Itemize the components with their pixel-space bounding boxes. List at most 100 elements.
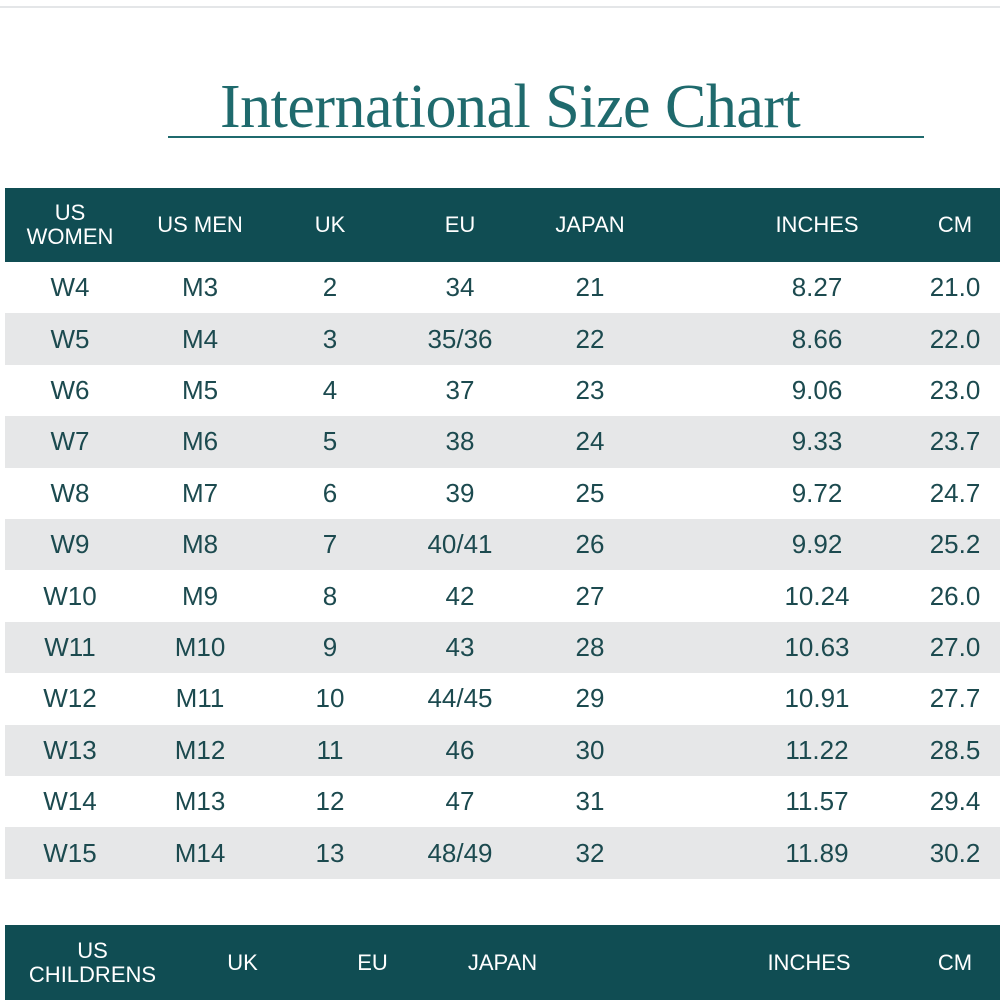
cell-cm: 25.2 — [929, 529, 981, 560]
cell-inches: 9.72 — [791, 477, 843, 508]
cell-japan: 23 — [575, 374, 605, 405]
cell-us-men: M14 — [174, 837, 226, 868]
cell-inches: 8.27 — [791, 272, 843, 303]
cell-us-men: M8 — [181, 529, 219, 560]
cell-us-women: W4 — [50, 272, 90, 303]
cell-eu: 37 — [445, 374, 475, 405]
table-row: W8 M7 6 39 25 9.72 24.7 — [5, 467, 1000, 519]
cell-japan: 27 — [575, 580, 605, 611]
header-us-women-line1: US — [54, 200, 86, 225]
cell-cm: 24.7 — [929, 477, 981, 508]
cell-eu: 43 — [445, 631, 475, 662]
cell-us-women: W12 — [43, 683, 97, 714]
cell-uk: 5 — [322, 426, 338, 457]
cell-us-men: M12 — [174, 734, 226, 765]
cell-uk: 10 — [315, 683, 345, 714]
cell-japan: 22 — [575, 323, 605, 354]
cell-us-women: W7 — [50, 426, 90, 457]
top-divider — [0, 6, 1000, 8]
cell-japan: 29 — [575, 683, 605, 714]
header-inches: INCHES — [775, 212, 859, 237]
cell-uk: 13 — [315, 837, 345, 868]
header-us-childrens-line2: CHILDRENS — [28, 961, 157, 987]
header-us-men: US MEN — [157, 212, 243, 237]
cell-eu: 48/49 — [427, 837, 493, 868]
cell-us-women: W10 — [43, 580, 97, 611]
header-cm: CM — [937, 212, 973, 237]
cell-inches: 9.92 — [791, 529, 843, 560]
cell-eu: 44/45 — [427, 683, 493, 714]
cell-eu: 42 — [445, 580, 475, 611]
cell-cm: 28.5 — [929, 734, 981, 765]
cell-eu: 34 — [445, 272, 475, 303]
cell-cm: 21.0 — [929, 272, 981, 303]
cell-uk: 3 — [322, 323, 338, 354]
cell-inches: 9.06 — [791, 374, 843, 405]
cell-uk: 7 — [322, 529, 338, 560]
cell-us-men: M9 — [181, 580, 219, 611]
cell-us-men: M11 — [175, 683, 225, 714]
table-row: W12 M11 10 44/45 29 10.91 27.7 — [5, 673, 1000, 725]
cell-uk: 9 — [322, 631, 338, 662]
header-children-uk: UK — [227, 949, 258, 975]
cell-us-men: M5 — [181, 374, 219, 405]
cell-inches: 8.66 — [791, 323, 843, 354]
cell-japan: 32 — [575, 837, 605, 868]
table-row: W9 M8 7 40/41 26 9.92 25.2 — [5, 519, 1000, 571]
cell-cm: 23.7 — [929, 426, 981, 457]
header-us-women: US WOMEN — [5, 188, 135, 262]
cell-us-men: M10 — [174, 631, 226, 662]
cell-inches: 10.63 — [784, 631, 850, 662]
cell-uk: 4 — [322, 374, 338, 405]
table-row: W6 M5 4 37 23 9.06 23.0 — [5, 364, 1000, 417]
header-children-inches: INCHES — [767, 949, 851, 975]
header-children-japan: JAPAN — [467, 949, 538, 975]
cell-inches: 11.57 — [785, 786, 849, 817]
cell-japan: 30 — [575, 734, 605, 765]
table-row: W14 M13 12 47 31 11.57 29.4 — [5, 776, 1000, 828]
children-table-header: US CHILDRENS UK EU JAPAN INCHES CM — [5, 925, 1000, 1000]
cell-eu: 39 — [445, 477, 475, 508]
cell-japan: 24 — [575, 426, 605, 457]
table-row: W5 M4 3 35/36 22 8.66 22.0 — [5, 313, 1000, 365]
cell-uk: 2 — [322, 272, 338, 303]
header-japan: JAPAN — [555, 212, 625, 237]
cell-us-women: W13 — [43, 734, 97, 765]
cell-us-women: W11 — [44, 631, 96, 662]
cell-eu: 40/41 — [427, 529, 493, 560]
table-row: W11 M10 9 43 28 10.63 27.0 — [5, 621, 1000, 674]
table-row: W4 M3 2 34 21 8.27 21.0 — [5, 262, 1000, 314]
cell-inches: 11.22 — [785, 734, 849, 765]
cell-uk: 11 — [316, 734, 344, 765]
cell-cm: 26.0 — [929, 580, 981, 611]
cell-us-women: W5 — [50, 323, 90, 354]
header-uk: UK — [314, 212, 346, 237]
cell-us-women: W15 — [43, 837, 97, 868]
cell-japan: 28 — [575, 631, 605, 662]
cell-us-men: M6 — [181, 426, 219, 457]
cell-us-women: W9 — [50, 529, 90, 560]
cell-japan: 31 — [575, 786, 605, 817]
page-title: International Size Chart — [168, 72, 924, 142]
table-row: W13 M12 11 46 30 11.22 28.5 — [5, 724, 1000, 776]
cell-inches: 10.24 — [784, 580, 850, 611]
cell-inches: 10.91 — [784, 683, 850, 714]
title-underline — [168, 136, 924, 138]
table-row: W7 M6 5 38 24 9.33 23.7 — [5, 416, 1000, 468]
cell-eu: 46 — [445, 734, 475, 765]
cell-us-men: M3 — [181, 272, 219, 303]
cell-cm: 29.4 — [929, 786, 981, 817]
header-us-childrens: US CHILDRENS — [5, 925, 180, 1000]
table-row: W10 M9 8 42 27 10.24 26.0 — [5, 570, 1000, 622]
cell-inches: 11.89 — [785, 837, 849, 868]
title-text: International Size Chart — [220, 73, 801, 141]
cell-uk: 8 — [322, 580, 338, 611]
cell-eu: 38 — [445, 426, 475, 457]
header-us-women-line2: WOMEN — [26, 224, 114, 249]
cell-inches: 9.33 — [791, 426, 843, 457]
header-children-eu: EU — [357, 949, 388, 975]
cell-eu: 35/36 — [427, 323, 493, 354]
cell-cm: 23.0 — [929, 374, 981, 405]
cell-japan: 25 — [575, 477, 605, 508]
cell-japan: 21 — [575, 272, 605, 303]
